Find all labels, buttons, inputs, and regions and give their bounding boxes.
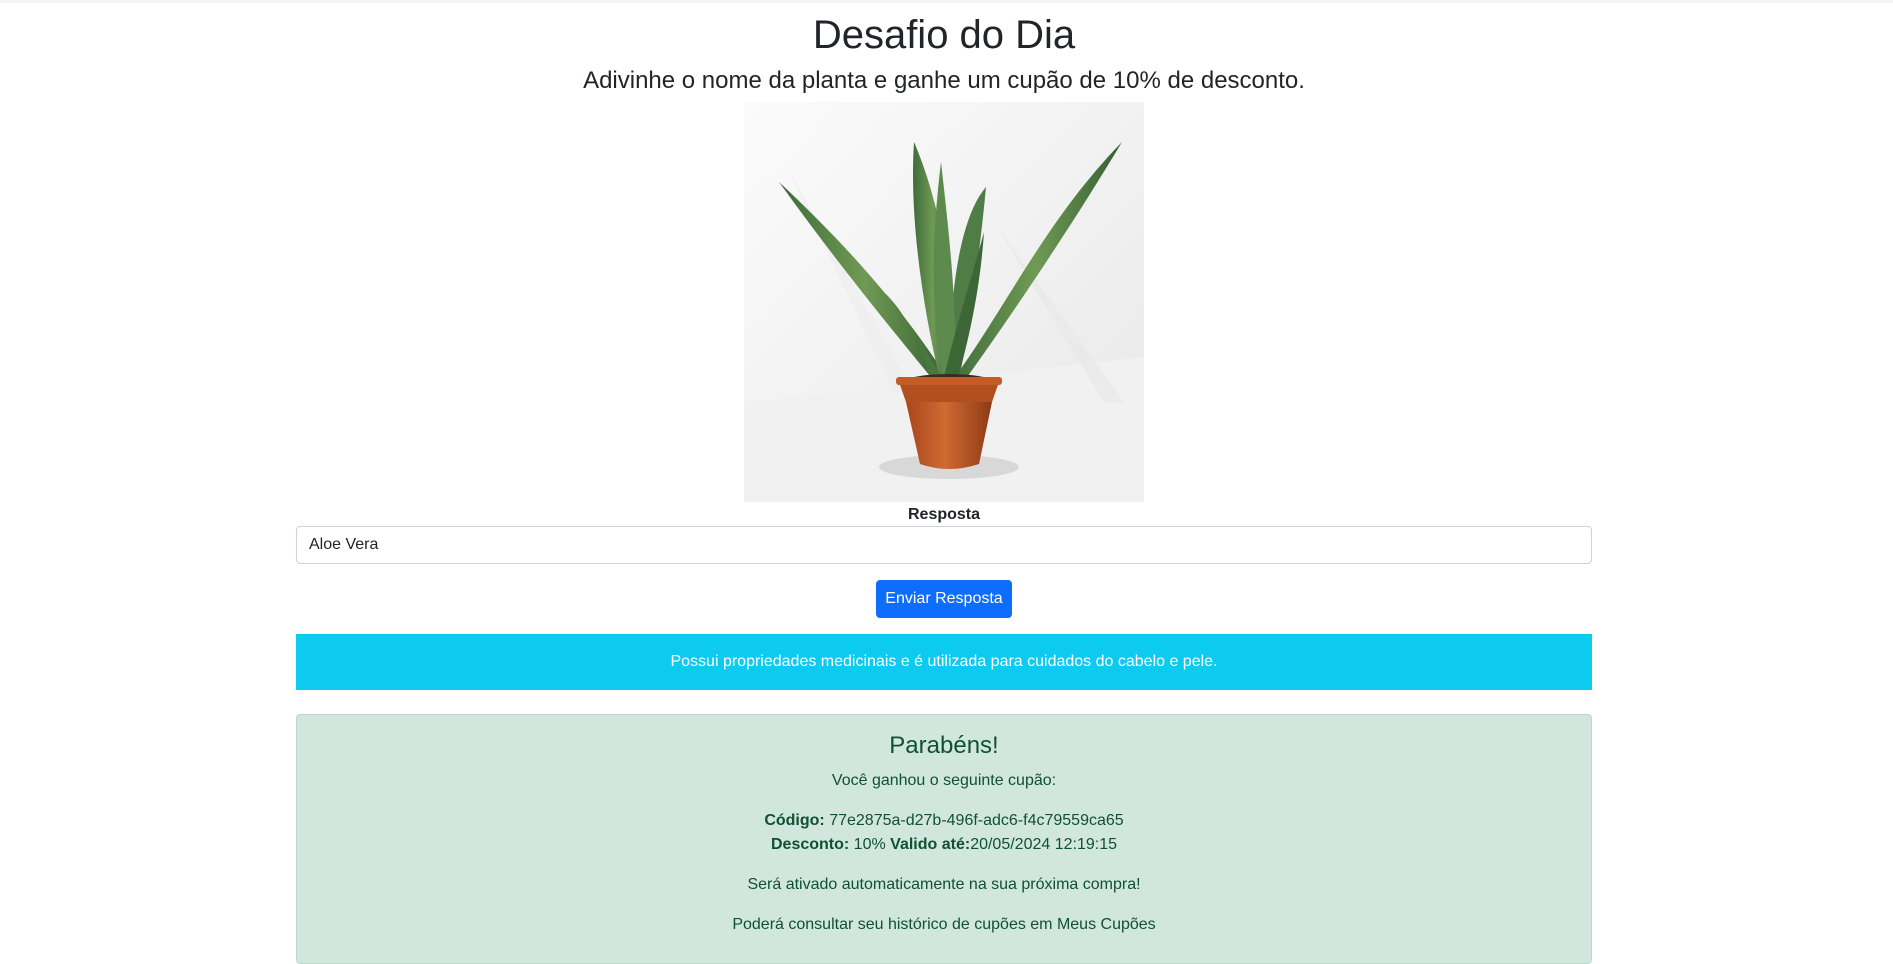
valid-until-value: 20/05/2024 12:19:15 (970, 836, 1117, 853)
hint-alert: Possui propriedades medicinais e é utili… (296, 634, 1592, 690)
coupon-code-value: 77e2875a-d27b-496f-adc6-f4c79559ca65 (829, 812, 1124, 829)
submit-answer-button[interactable]: Enviar Resposta (876, 580, 1012, 618)
top-border (0, 0, 1893, 3)
page-title: Desafio do Dia (812, 13, 1076, 57)
plant-image (744, 102, 1144, 502)
coupon-intro: Você ganhou o seguinte cupão: (831, 772, 1057, 789)
discount-label: Desconto: (770, 836, 850, 853)
coupon-code-line: Código: 77e2875a-d27b-496f-adc6-f4c79559… (297, 811, 1591, 831)
valid-until-label: Valido até: (890, 836, 971, 853)
answer-input[interactable] (296, 526, 1592, 564)
success-alert: Parabéns! Você ganhou o seguinte cupão: … (296, 714, 1592, 964)
coupon-discount-line: Desconto: 10% Valido até:20/05/2024 12:1… (297, 835, 1591, 855)
discount-value: 10% (853, 836, 886, 853)
activation-note: Será ativado automaticamente na sua próx… (747, 876, 1141, 893)
success-title: Parabéns! (889, 732, 999, 759)
history-note: Poderá consultar seu histórico de cupões… (732, 916, 1156, 933)
page-subtitle: Adivinhe o nome da planta e ganhe um cup… (583, 67, 1305, 94)
answer-label: Resposta (907, 506, 981, 523)
coupon-code-label: Código: (764, 812, 825, 829)
